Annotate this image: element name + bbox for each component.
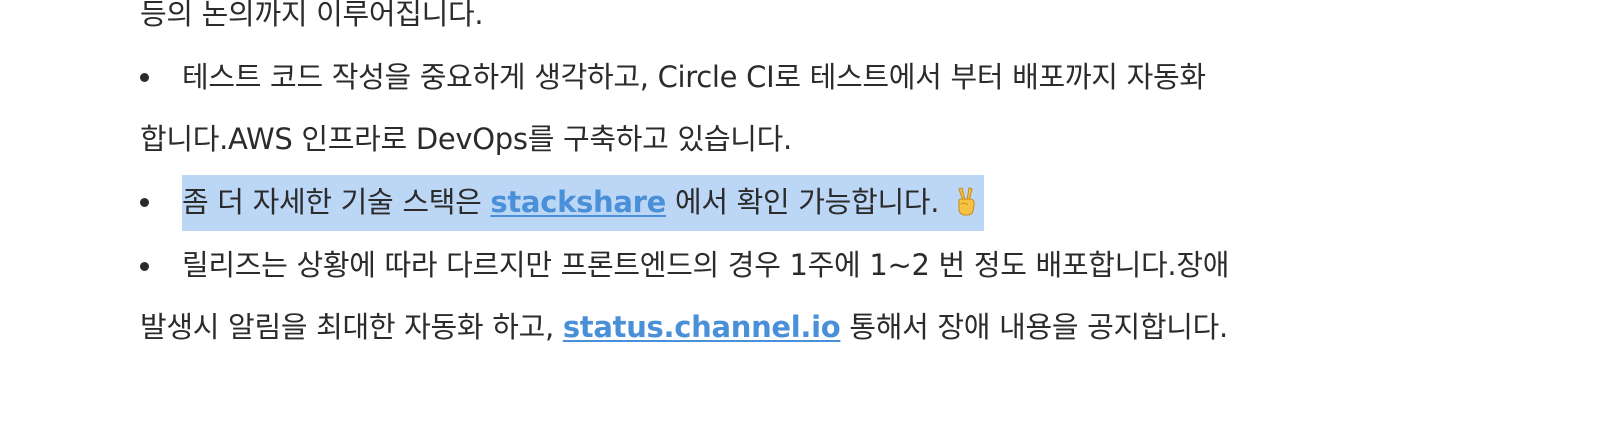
selected-text: 좀 더 자세한 기술 스택은 stackshare 에서 확인 가능합니다. [182, 175, 985, 231]
paragraph-tail: 등의 논의까지 이루어집니다. [140, 0, 484, 31]
document-body: 등의 논의까지 이루어집니다. 테스트 코드 작성을 중요하게 생각하고, Ci… [0, 0, 1602, 428]
list-item-3-line-2-before: 발생시 알림을 최대한 자동화 하고, [140, 310, 563, 344]
list-item-2-after: 에서 확인 가능합니다. [666, 185, 949, 219]
list-item-2: 좀 더 자세한 기술 스택은 stackshare 에서 확인 가능합니다. [182, 175, 985, 231]
list-item-1-line-1: 테스트 코드 작성을 중요하게 생각하고, Circle CI로 테스트에서 부… [182, 60, 1206, 94]
bullet-1 [140, 73, 149, 82]
status-channel-link[interactable]: status.channel.io [563, 310, 841, 344]
victory-hand-icon [958, 187, 975, 216]
list-item-3-line-2-after: 통해서 장애 내용을 공지합니다. [840, 310, 1228, 344]
list-item-3-line-2: 발생시 알림을 최대한 자동화 하고, status.channel.io 통해… [140, 307, 1228, 347]
stackshare-link[interactable]: stackshare [490, 185, 666, 219]
bullet-2 [140, 198, 149, 207]
list-item-1-line-2: 합니다.AWS 인프라로 DevOps를 구축하고 있습니다. [140, 122, 792, 156]
list-item-3-line-1: 릴리즈는 상황에 따라 다르지만 프론트엔드의 경우 1주에 1~2 번 정도 … [182, 248, 1230, 282]
list-item-2-before: 좀 더 자세한 기술 스택은 [182, 185, 491, 219]
bullet-3 [140, 262, 149, 271]
